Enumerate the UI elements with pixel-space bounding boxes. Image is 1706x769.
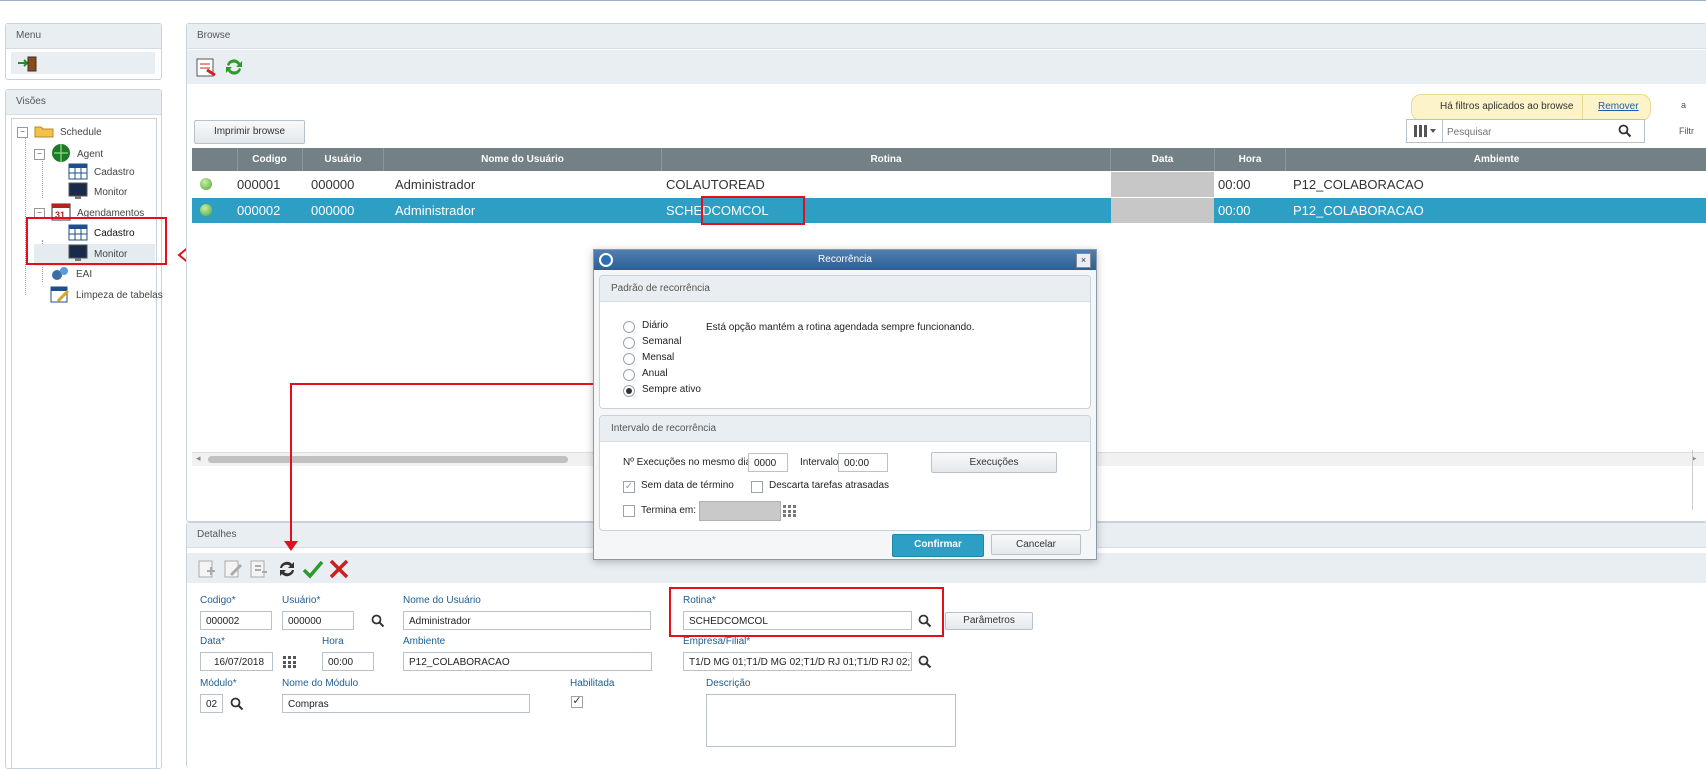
table-icon bbox=[68, 162, 88, 183]
views-panel: Visões − Schedule − Agent Cadastro Monit… bbox=[5, 89, 163, 769]
tree-item-limpeza[interactable]: Limpeza de tabelas bbox=[50, 285, 163, 306]
vertical-scrollbar[interactable] bbox=[1692, 450, 1699, 510]
codigo-field[interactable]: 000002 bbox=[200, 611, 272, 630]
radio-sempre-ativo[interactable] bbox=[623, 385, 635, 397]
search-input[interactable] bbox=[1445, 122, 1609, 142]
browse-toolbar bbox=[187, 50, 1706, 84]
top-border bbox=[0, 0, 1706, 1]
ambiente-field[interactable]: P12_COLABORACAO bbox=[403, 652, 652, 671]
radio-semanal[interactable] bbox=[623, 337, 635, 349]
hora-field[interactable]: 00:00 bbox=[322, 652, 374, 671]
execucoes-button[interactable]: Execuções bbox=[931, 452, 1057, 473]
menu-panel: Menu bbox=[5, 23, 162, 80]
views-tree: − Schedule − Agent Cadastro Monitor − 31… bbox=[11, 118, 163, 769]
tree-item-schedule[interactable]: − Schedule bbox=[17, 124, 102, 141]
status-icon bbox=[200, 178, 212, 190]
confirm-check-icon[interactable] bbox=[302, 558, 324, 583]
radio-mensal[interactable] bbox=[623, 353, 635, 365]
col-hora[interactable]: Hora bbox=[1215, 148, 1286, 171]
habilitada-checkbox[interactable]: ✓ bbox=[571, 696, 583, 708]
executions-field[interactable]: 0000 bbox=[748, 453, 788, 472]
grid-header: Codigo Usuário Nome do Usuário Rotina Da… bbox=[192, 148, 1706, 171]
usuario-field[interactable]: 000000 bbox=[282, 611, 354, 630]
connector-line bbox=[290, 383, 593, 385]
views-title: Visões bbox=[16, 96, 46, 107]
descricao-field[interactable] bbox=[706, 694, 956, 747]
modulo-lookup-icon[interactable] bbox=[230, 697, 244, 714]
dialog-titlebar: Recorrência × bbox=[594, 250, 1096, 270]
descarta-tarefas-checkbox[interactable] bbox=[751, 481, 763, 493]
new-icon[interactable] bbox=[197, 559, 217, 582]
columns-icon bbox=[1414, 125, 1436, 140]
recurrence-icon[interactable] bbox=[276, 558, 298, 583]
remove-filter-link[interactable]: Remover bbox=[1598, 101, 1639, 112]
status-icon bbox=[200, 204, 212, 216]
highlight-rotina-row bbox=[701, 196, 805, 225]
browse-title: Browse bbox=[197, 30, 231, 41]
calendar-picker-icon[interactable] bbox=[783, 505, 797, 520]
table-edit-icon bbox=[50, 285, 70, 306]
edit-icon[interactable] bbox=[223, 559, 243, 582]
usuario-lookup-icon[interactable] bbox=[371, 614, 385, 631]
tree-item-agent-monitor[interactable]: Monitor bbox=[68, 182, 127, 203]
interval-field[interactable]: 00:00 bbox=[838, 453, 888, 472]
columns-menu[interactable] bbox=[1407, 120, 1443, 142]
pattern-description: Está opção mantém a rotina agendada semp… bbox=[706, 322, 975, 333]
scrollbar-thumb[interactable] bbox=[208, 456, 568, 463]
col-data[interactable]: Data bbox=[1111, 148, 1215, 171]
dialog-title: Recorrência bbox=[818, 254, 872, 265]
folder-icon bbox=[34, 124, 54, 141]
tree-item-eai[interactable]: EAI bbox=[50, 264, 92, 285]
cancel-x-icon[interactable] bbox=[328, 558, 350, 583]
termina-em-checkbox[interactable] bbox=[623, 505, 635, 517]
col-usuario[interactable]: Usuário bbox=[303, 148, 384, 171]
recurrence-dialog: Recorrência × Padrão de recorrência Diár… bbox=[593, 249, 1097, 560]
arrow-down-icon bbox=[284, 541, 298, 554]
col-rotina[interactable]: Rotina bbox=[662, 148, 1111, 171]
monitor-icon bbox=[68, 182, 88, 203]
nome-modulo-field[interactable]: Compras bbox=[282, 694, 530, 713]
highlight-rotina-field bbox=[669, 587, 944, 637]
modulo-field[interactable]: 02 bbox=[200, 694, 223, 713]
exit-icon[interactable] bbox=[17, 56, 37, 75]
print-browse-button[interactable]: Imprimir browse bbox=[194, 120, 305, 144]
pattern-group: Padrão de recorrência Diário Semanal Men… bbox=[599, 275, 1091, 409]
table-row[interactable]: 000001 000000 Administrador COLAUTOREAD … bbox=[192, 172, 1706, 197]
menu-title: Menu bbox=[16, 30, 42, 41]
parametros-button[interactable]: Parâmetros bbox=[945, 612, 1033, 630]
cancelar-button[interactable]: Cancelar bbox=[991, 534, 1081, 555]
export-icon[interactable] bbox=[195, 56, 217, 81]
filter-notice: Há filtros aplicados ao browse Remover bbox=[1411, 94, 1651, 121]
radio-anual[interactable] bbox=[623, 369, 635, 381]
col-nome[interactable]: Nome do Usuário bbox=[384, 148, 662, 171]
confirmar-button[interactable]: Confirmar bbox=[892, 534, 984, 557]
highlight-agendamentos bbox=[26, 217, 167, 265]
gears-icon bbox=[50, 264, 70, 285]
col-ambiente[interactable]: Ambiente bbox=[1286, 148, 1706, 171]
search-icon[interactable] bbox=[1618, 124, 1632, 141]
refresh-icon[interactable] bbox=[223, 56, 245, 81]
tree-item-agent-cadastro[interactable]: Cadastro bbox=[68, 162, 135, 183]
details-title: Detalhes bbox=[197, 529, 237, 540]
col-codigo[interactable]: Codigo bbox=[237, 148, 303, 171]
search-box bbox=[1406, 119, 1645, 143]
termina-em-field[interactable] bbox=[699, 501, 781, 521]
copy-icon[interactable] bbox=[249, 559, 269, 582]
data-field[interactable]: 16/07/2018 bbox=[200, 652, 273, 671]
sem-data-termino-checkbox[interactable]: ✓ bbox=[623, 481, 635, 493]
close-icon[interactable]: × bbox=[1076, 253, 1091, 268]
empresa-filial-field[interactable]: T1/D MG 01;T1/D MG 02;T1/D RJ 01;T1/D RJ… bbox=[683, 652, 912, 671]
table-row-selected[interactable]: 000002 000000 Administrador SCHEDCOMCOL … bbox=[192, 198, 1706, 223]
empresa-lookup-icon[interactable] bbox=[918, 655, 932, 672]
interval-group: Intervalo de recorrência Nº Execuções no… bbox=[599, 415, 1091, 531]
radio-diario[interactable] bbox=[623, 321, 635, 333]
calendar-picker-icon[interactable] bbox=[283, 656, 297, 671]
nome-usuario-field[interactable]: Administrador bbox=[403, 611, 651, 630]
